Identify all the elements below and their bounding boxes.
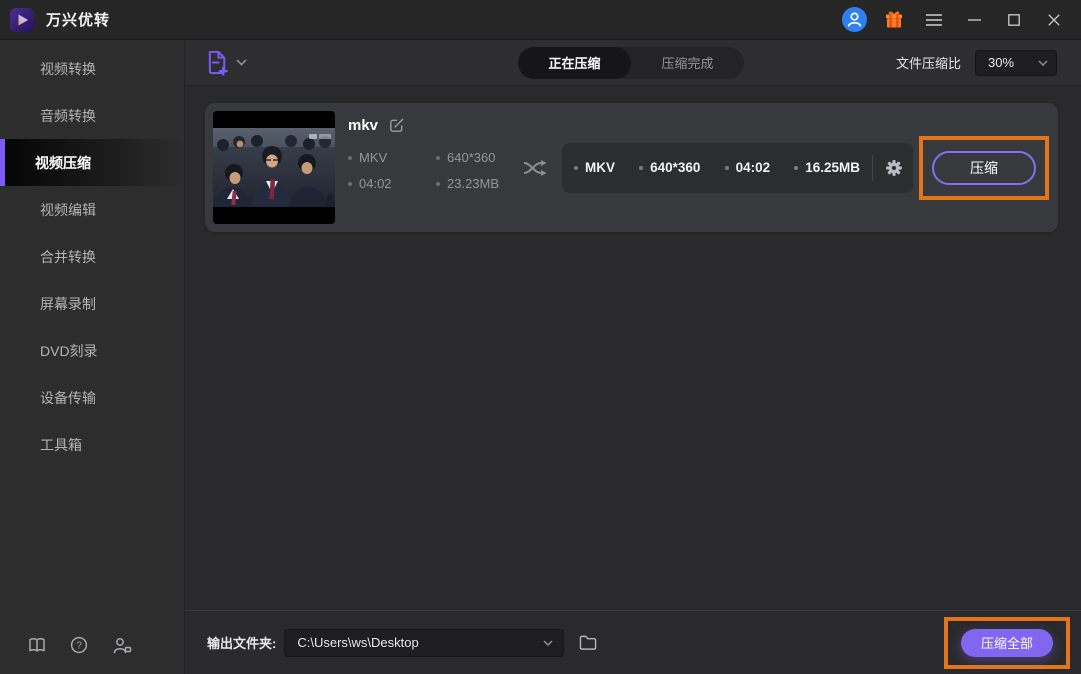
close-icon[interactable] xyxy=(1039,5,1069,35)
titlebar-controls xyxy=(839,5,1069,35)
compression-ratio-select[interactable]: 30% xyxy=(975,49,1057,76)
main-area: 正在压缩 压缩完成 文件压缩比 30% mkv MKV 640*360 04:0… xyxy=(185,40,1081,674)
video-thumbnail xyxy=(213,111,335,224)
output-size: 16.25MB xyxy=(794,160,860,175)
highlight-box-compress-all: 压缩全部 xyxy=(944,616,1070,669)
user-guide-book-icon[interactable] xyxy=(28,637,46,653)
open-folder-icon[interactable] xyxy=(578,634,598,651)
sidebar-item-merge-convert[interactable]: 合并转换 xyxy=(0,233,184,280)
source-resolution: 640*360 xyxy=(436,150,520,165)
convert-to-arrow-icon xyxy=(522,157,548,179)
chevron-down-icon xyxy=(236,59,247,66)
contact-us-icon[interactable] xyxy=(112,637,132,654)
file-name: mkv xyxy=(348,117,379,134)
main-toolbar: 正在压缩 压缩完成 文件压缩比 30% xyxy=(185,40,1081,86)
menu-icon[interactable] xyxy=(919,5,949,35)
source-size: 23.23MB xyxy=(436,176,520,191)
output-settings-gear-icon[interactable] xyxy=(885,159,903,177)
sidebar-item-video-compress[interactable]: 视频压缩 xyxy=(0,139,184,186)
output-format: MKV xyxy=(574,160,615,175)
output-duration: 04:02 xyxy=(724,160,770,175)
sidebar-item-device-transfer[interactable]: 设备传输 xyxy=(0,374,184,421)
minimize-icon[interactable] xyxy=(959,5,989,35)
footer-bar: 输出文件夹: C:\Users\ws\Desktop 压缩全部 xyxy=(185,610,1081,674)
sidebar-item-audio-convert[interactable]: 音频转换 xyxy=(0,92,184,139)
app-window: 万兴优转 视频转换 音频转换 视频压缩 视频编辑 合并转换 屏幕录制 DVD刻录… xyxy=(0,0,1081,674)
svg-text:?: ? xyxy=(76,641,82,652)
chevron-down-icon xyxy=(1038,59,1048,66)
user-avatar-icon[interactable] xyxy=(839,5,869,35)
add-file-button[interactable] xyxy=(205,49,247,76)
app-title: 万兴优转 xyxy=(46,12,111,29)
compression-ratio-label: 文件压缩比 xyxy=(895,56,961,71)
sidebar-footer: ? xyxy=(28,636,132,654)
compress-status-tabs: 正在压缩 压缩完成 xyxy=(518,46,744,79)
sidebar-item-toolbox[interactable]: 工具箱 xyxy=(0,421,184,468)
sidebar-item-video-convert[interactable]: 视频转换 xyxy=(0,45,184,92)
sidebar-item-screen-record[interactable]: 屏幕录制 xyxy=(0,280,184,327)
sidebar-item-video-edit[interactable]: 视频编辑 xyxy=(0,186,184,233)
app-logo-icon xyxy=(10,7,34,32)
rename-edit-icon[interactable] xyxy=(388,117,405,134)
tab-compressing[interactable]: 正在压缩 xyxy=(518,46,631,79)
gift-icon[interactable] xyxy=(879,5,909,35)
source-format: MKV xyxy=(348,150,418,165)
output-folder-path: C:\Users\ws\Desktop xyxy=(297,635,419,650)
compression-ratio-value: 30% xyxy=(988,55,1015,70)
titlebar: 万兴优转 xyxy=(0,0,1081,40)
output-settings-panel: MKV 640*360 04:02 16.25MB xyxy=(562,142,913,193)
output-folder-label: 输出文件夹: xyxy=(207,636,277,651)
help-icon[interactable]: ? xyxy=(70,636,88,654)
output-resolution: 640*360 xyxy=(639,160,700,175)
file-task-row: mkv MKV 640*360 04:02 23.23MB MKV 640*36… xyxy=(205,103,1058,232)
divider xyxy=(872,154,873,181)
task-list: mkv MKV 640*360 04:02 23.23MB MKV 640*36… xyxy=(185,86,1081,610)
sidebar: 视频转换 音频转换 视频压缩 视频编辑 合并转换 屏幕录制 DVD刻录 设备传输… xyxy=(0,40,185,674)
chevron-down-icon xyxy=(543,639,553,646)
highlight-box-compress: 压缩 xyxy=(919,135,1049,200)
source-file-info: mkv MKV 640*360 04:02 23.23MB xyxy=(348,111,520,191)
source-duration: 04:02 xyxy=(348,176,418,191)
maximize-icon[interactable] xyxy=(999,5,1029,35)
compress-all-button[interactable]: 压缩全部 xyxy=(961,628,1053,657)
compress-button[interactable]: 压缩 xyxy=(932,150,1036,185)
tab-compress-finished[interactable]: 压缩完成 xyxy=(631,47,744,79)
output-folder-select[interactable]: C:\Users\ws\Desktop xyxy=(284,628,565,657)
sidebar-item-dvd-burn[interactable]: DVD刻录 xyxy=(0,327,184,374)
